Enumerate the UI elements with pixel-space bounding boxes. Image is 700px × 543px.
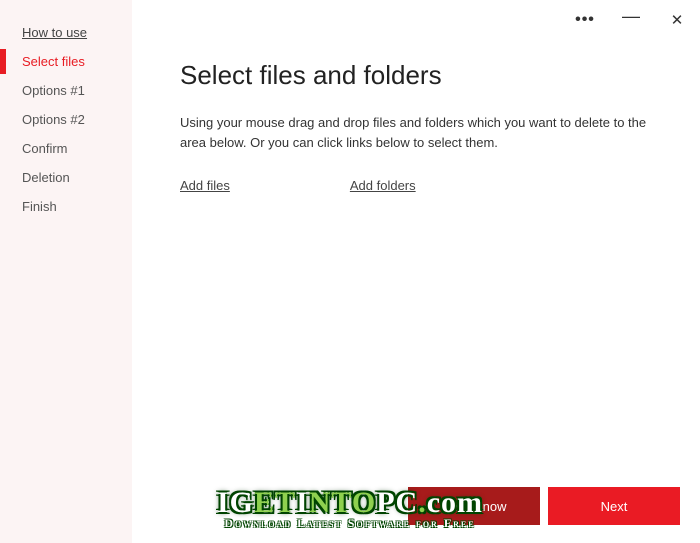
more-button[interactable]: •••	[562, 4, 608, 36]
sidebar-item-confirm[interactable]: Confirm	[0, 134, 132, 163]
sidebar-item-finish[interactable]: Finish	[0, 192, 132, 221]
page-title: Select files and folders	[180, 60, 660, 91]
add-folders-link[interactable]: Add folders	[350, 178, 416, 193]
delete-now-button[interactable]: Delete now	[408, 487, 540, 525]
close-button[interactable]: ✕	[654, 4, 700, 36]
footer-buttons: Delete now Next	[408, 487, 680, 525]
sidebar-item-options-2[interactable]: Options #2	[0, 105, 132, 134]
main-panel: ••• — ✕ Select files and folders Using y…	[132, 0, 700, 543]
more-icon: •••	[575, 11, 595, 29]
action-links-row: Add files Add folders	[180, 178, 660, 193]
minimize-button[interactable]: —	[608, 4, 654, 36]
close-icon: ✕	[671, 11, 684, 29]
titlebar: ••• — ✕	[132, 0, 700, 40]
next-button[interactable]: Next	[548, 487, 680, 525]
sidebar-item-how-to-use[interactable]: How to use	[0, 18, 132, 47]
add-files-link[interactable]: Add files	[180, 178, 230, 193]
sidebar: How to use Select files Options #1 Optio…	[0, 0, 132, 543]
sidebar-item-select-files[interactable]: Select files	[0, 47, 132, 76]
minimize-icon: —	[622, 6, 640, 27]
instructions-text: Using your mouse drag and drop files and…	[180, 113, 660, 152]
content-area: Select files and folders Using your mous…	[132, 40, 700, 193]
sidebar-item-options-1[interactable]: Options #1	[0, 76, 132, 105]
sidebar-item-deletion[interactable]: Deletion	[0, 163, 132, 192]
